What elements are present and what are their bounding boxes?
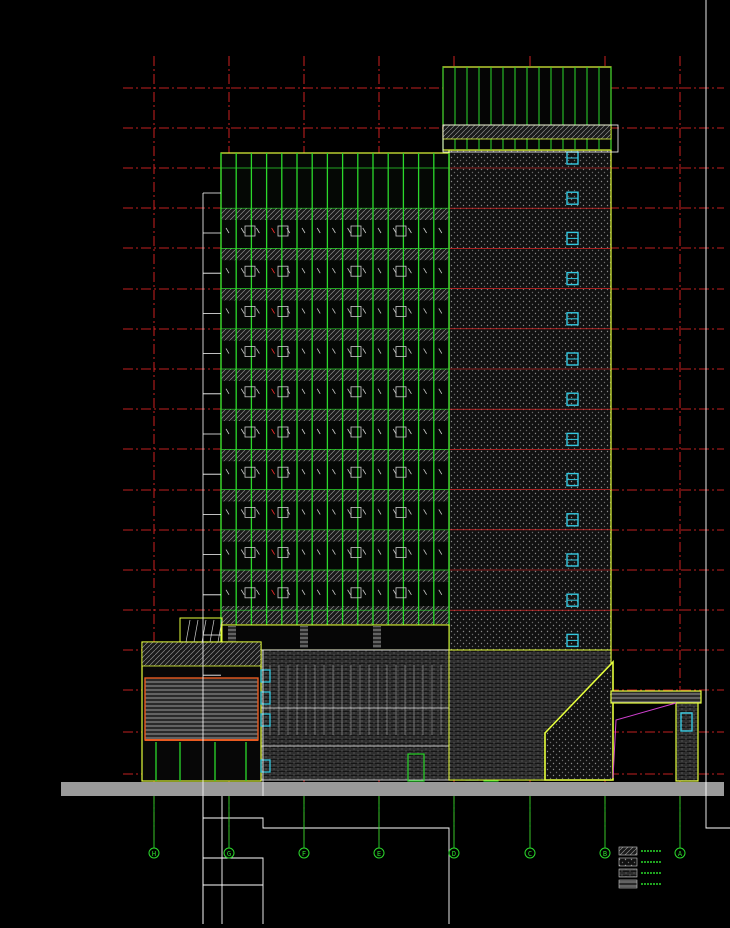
crown-band (442, 124, 612, 140)
podium-wall (260, 649, 450, 781)
spandrel-band (221, 449, 449, 462)
spandrel-band (221, 248, 449, 261)
canopy-brace (612, 702, 677, 779)
axis-label: H (152, 850, 156, 858)
canopy-slab (610, 690, 702, 704)
stair-hatch (209, 619, 215, 643)
stair-hatch (185, 619, 191, 643)
spandrel-band (221, 409, 449, 421)
axis-label: E (377, 850, 381, 858)
foundation-step (203, 817, 264, 924)
legend-swatch (618, 846, 638, 856)
axis-label: B (603, 850, 607, 858)
spandrel-band (221, 368, 449, 381)
legend-swatch (618, 857, 638, 867)
legend-swatch (618, 868, 638, 878)
spandrel-band (221, 569, 449, 582)
ground-line (61, 782, 724, 796)
column-cladding (300, 626, 308, 648)
column-cladding (373, 626, 381, 648)
canopy-pier (675, 702, 699, 782)
left-podium-parapet (141, 641, 262, 667)
spandrel-band (221, 288, 449, 301)
title-frame-line (705, 0, 730, 829)
foundation-step (221, 796, 450, 924)
spandrel-band (221, 328, 449, 341)
spandrel-band (221, 606, 449, 624)
spandrel-band (221, 489, 449, 502)
foundation-step (203, 857, 263, 886)
axis-label: C (528, 850, 532, 858)
elevation-drawing: HGFEDCBA (61, 0, 730, 924)
foundation-step (203, 884, 223, 924)
axis-label: G (227, 850, 231, 858)
stair-hatch (193, 619, 199, 643)
axis-bubbles: HGFEDCBA (148, 796, 686, 859)
spandrel-band (221, 529, 449, 542)
spandrel-band (221, 208, 449, 220)
axis-label: F (302, 850, 306, 858)
legend (618, 846, 662, 889)
axis-label: D (452, 850, 456, 858)
left-podium-louver (144, 677, 259, 741)
cad-canvas: HGFEDCBA (0, 0, 730, 924)
legend-swatch (618, 879, 638, 889)
building-body (61, 66, 724, 796)
